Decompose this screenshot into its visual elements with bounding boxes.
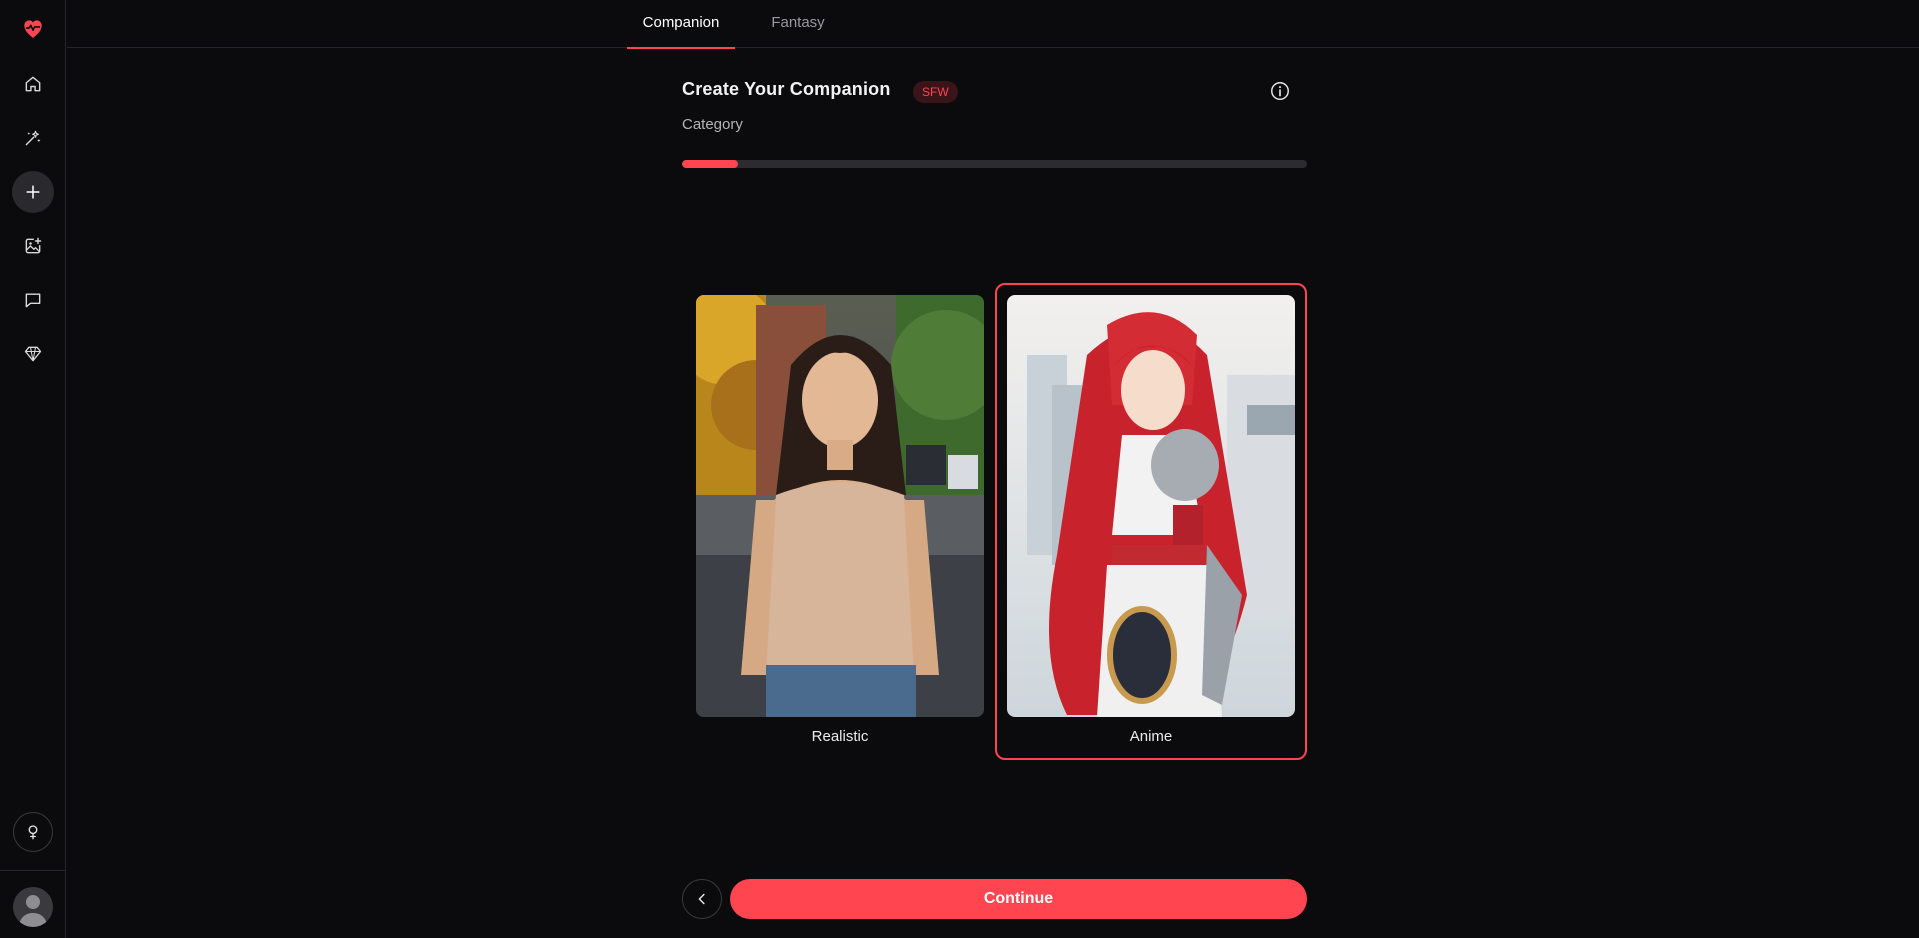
option-label-anime: Anime: [1129, 728, 1173, 745]
continue-button[interactable]: Continue: [730, 879, 1307, 919]
info-icon: [1271, 82, 1289, 100]
realistic-woman-photo: [696, 295, 984, 717]
sidebar-item-create[interactable]: [12, 171, 54, 213]
option-card-anime[interactable]: Anime: [995, 283, 1307, 760]
plus-icon: [26, 185, 40, 199]
progress-bar: [682, 160, 1307, 168]
chat-icon: [25, 293, 41, 308]
image-plus-icon: [25, 237, 42, 254]
sidebar-item-premium[interactable]: [12, 333, 54, 375]
option-card-realistic[interactable]: Realistic: [684, 283, 996, 760]
page-title: Create Your Companion: [682, 79, 891, 99]
chevron-left-icon: [698, 893, 705, 905]
option-label-realistic: Realistic: [811, 728, 869, 745]
diamond-icon: [24, 346, 42, 362]
gender-toggle-button[interactable]: [13, 812, 53, 852]
sfw-badge: SFW: [913, 81, 958, 103]
female-symbol-icon: [28, 825, 38, 840]
anime-red-hair-knight: [1007, 295, 1295, 717]
back-button[interactable]: [682, 879, 722, 919]
tab-fantasy[interactable]: Fantasy: [748, 0, 848, 48]
sidebar: [0, 0, 66, 938]
sidebar-item-explore[interactable]: [12, 117, 54, 159]
logo-heart-pulse-icon[interactable]: [12, 7, 54, 49]
info-button[interactable]: [1269, 80, 1291, 102]
step-label: Category: [682, 116, 743, 133]
home-icon: [25, 76, 41, 92]
progress-bar-fill: [682, 160, 739, 168]
sidebar-item-chat[interactable]: [12, 279, 54, 321]
sidebar-item-home[interactable]: [12, 63, 54, 105]
user-avatar-icon[interactable]: [13, 887, 53, 927]
tab-companion[interactable]: Companion: [627, 0, 735, 49]
top-tab-bar: Companion Fantasy: [67, 0, 1919, 49]
sparkles-icon: [25, 130, 41, 146]
sidebar-divider: [0, 870, 66, 871]
sidebar-item-generate-image[interactable]: [12, 225, 54, 267]
